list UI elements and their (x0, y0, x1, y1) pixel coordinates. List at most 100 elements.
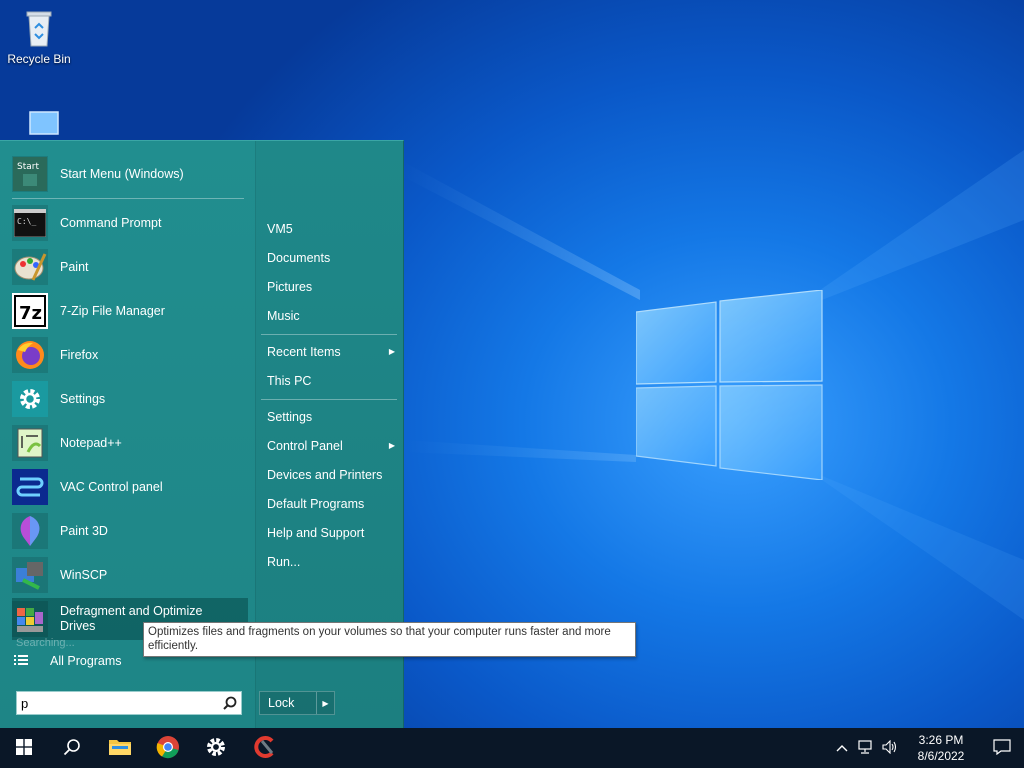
place-label: VM5 (267, 222, 293, 236)
place-item-default-programs[interactable]: Default Programs (267, 492, 397, 516)
clock-time: 3:26 PM (918, 733, 964, 747)
program-label: Settings (60, 391, 106, 406)
desktop-icon-label: Recycle Bin (7, 52, 71, 66)
7zip-icon: 7z (12, 293, 48, 329)
place-item-vm5[interactable]: VM5 (267, 217, 397, 241)
program-paint[interactable]: Paint (12, 246, 248, 288)
svg-text:C:\_: C:\_ (17, 217, 36, 226)
program-paint-3d[interactable]: Paint 3D (12, 510, 248, 552)
defrag-icon (12, 601, 48, 637)
chevron-right-icon: ▶ (388, 347, 395, 356)
svg-text:Start: Start (17, 162, 39, 172)
file-explorer-icon (108, 737, 132, 760)
chevron-right-icon: ▶ (388, 441, 395, 450)
search-icon (63, 738, 81, 759)
program-firefox[interactable]: Firefox (12, 334, 248, 376)
notification-icon (993, 738, 1011, 758)
place-item-documents[interactable]: Documents (267, 246, 397, 270)
place-label: Devices and Printers (267, 468, 383, 482)
network-tray-button[interactable] (854, 728, 878, 768)
taskbar-settings[interactable] (192, 728, 240, 768)
program-label: WinSCP (60, 567, 108, 582)
chevron-up-icon (836, 741, 848, 755)
program-label: Paint 3D (60, 523, 108, 538)
vac-icon (12, 469, 48, 505)
program-notepadpp[interactable]: Notepad++ (12, 422, 248, 464)
windows-logo (636, 290, 823, 480)
lock-label: Lock (268, 696, 295, 710)
winscp-icon (12, 557, 48, 593)
place-item-run[interactable]: Run... (267, 550, 397, 574)
place-item-devices-and-printers[interactable]: Devices and Printers (267, 463, 397, 487)
separator (12, 198, 244, 199)
separator (261, 334, 397, 335)
program-label: Notepad++ (60, 435, 122, 450)
command-prompt-icon: C:\_ (12, 205, 48, 241)
paint-icon (12, 249, 48, 285)
place-label: Default Programs (267, 497, 365, 511)
windows-start-icon (16, 738, 32, 758)
separator (261, 399, 397, 400)
place-label: Music (267, 309, 300, 323)
place-label: Documents (267, 251, 331, 265)
recycle-bin-icon (17, 6, 61, 50)
chevron-right-icon[interactable]: ▶ (316, 692, 334, 714)
program-command-prompt[interactable]: C:\_ Command Prompt (12, 202, 248, 244)
program-start-menu-windows[interactable]: Start Start Menu (Windows) (12, 153, 248, 195)
place-item-settings[interactable]: Settings (267, 405, 397, 429)
desktop-icon-recycle-bin[interactable]: Recycle Bin (1, 6, 77, 66)
firefox-icon (12, 337, 48, 373)
tooltip: Optimizes files and fragments on your vo… (143, 622, 636, 657)
speaker-icon (882, 739, 898, 757)
place-label: Run... (267, 555, 301, 569)
program-label: Paint (60, 259, 89, 274)
volume-tray-button[interactable] (878, 728, 902, 768)
taskbar-ccleaner[interactable] (240, 728, 288, 768)
lock-button[interactable]: Lock ▶ (259, 691, 335, 715)
system-tray: 3:26 PM 8/6/2022 (830, 728, 1024, 768)
place-label: Settings (267, 410, 313, 424)
paint3d-icon (12, 513, 48, 549)
list-icon (14, 654, 28, 669)
place-label: This PC (267, 374, 312, 388)
place-item-this-pc[interactable]: This PC (267, 369, 397, 393)
start-menu-icon: Start (12, 156, 48, 192)
place-item-music[interactable]: Music (267, 304, 397, 328)
taskbar: 3:26 PM 8/6/2022 (0, 728, 1024, 768)
place-item-help-and-support[interactable]: Help and Support (267, 521, 397, 545)
gear-icon (12, 381, 48, 417)
searching-status: Searching... (16, 637, 75, 649)
svg-text:7z: 7z (19, 303, 42, 324)
place-label: Control Panel (267, 439, 343, 453)
taskbar-chrome[interactable] (144, 728, 192, 768)
notepadpp-icon (12, 425, 48, 461)
program-label: VAC Control panel (60, 479, 163, 494)
program-settings[interactable]: Settings (12, 378, 248, 420)
ccleaner-icon (252, 735, 276, 762)
program-label: Command Prompt (60, 215, 162, 230)
taskbar-search-button[interactable] (48, 728, 96, 768)
program-label: Firefox (60, 347, 99, 362)
clock-date: 8/6/2022 (917, 749, 965, 763)
place-item-pictures[interactable]: Pictures (267, 275, 397, 299)
start-search-input[interactable] (17, 693, 219, 713)
place-item-recent-items[interactable]: Recent Items ▶ (267, 340, 397, 364)
start-button[interactable] (0, 728, 48, 768)
program-label: Start Menu (Windows) (60, 166, 184, 181)
taskbar-clock[interactable]: 3:26 PM 8/6/2022 (902, 732, 980, 764)
program-winscp[interactable]: WinSCP (12, 554, 248, 596)
program-vac-control-panel[interactable]: VAC Control panel (12, 466, 248, 508)
start-search-box[interactable] (16, 691, 242, 715)
all-programs-label: All Programs (50, 654, 122, 668)
place-label: Help and Support (267, 526, 365, 540)
show-hidden-icons-button[interactable] (830, 728, 854, 768)
taskbar-file-explorer[interactable] (96, 728, 144, 768)
place-label: Recent Items (267, 345, 341, 359)
search-icon[interactable] (219, 692, 241, 714)
place-label: Pictures (267, 280, 313, 294)
program-7zip[interactable]: 7z 7-Zip File Manager (12, 290, 248, 332)
network-icon (858, 739, 874, 757)
place-item-control-panel[interactable]: Control Panel ▶ (267, 434, 397, 458)
action-center-button[interactable] (980, 728, 1024, 768)
program-label: 7-Zip File Manager (60, 303, 165, 318)
